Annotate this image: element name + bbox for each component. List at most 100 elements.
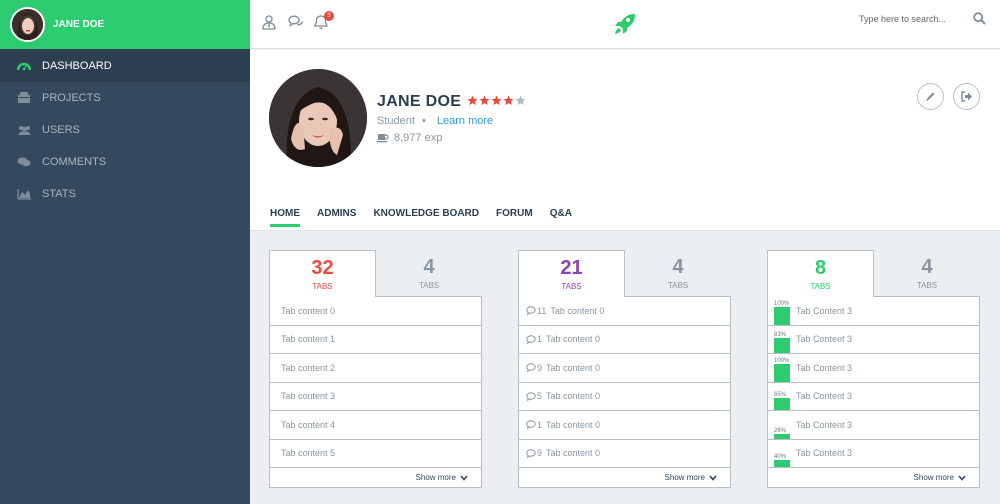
rocket-icon[interactable] — [612, 11, 638, 37]
card-tab-count: 8 — [814, 257, 827, 279]
list-item-text: Tab content 3 — [281, 391, 336, 402]
sidebar-item-dashboard[interactable]: DASHBOARD — [0, 49, 250, 82]
sidebar-item-label: STATS — [42, 188, 76, 200]
list-item-text: Tab Content 3 — [796, 391, 853, 402]
star-empty-icon — [515, 95, 526, 106]
sidebar-item-users[interactable]: USERS — [0, 114, 250, 146]
card-tab-active[interactable]: 21 TABS — [518, 250, 625, 297]
avatar[interactable] — [10, 7, 45, 42]
sidebar-item-projects[interactable]: PROJECTS — [0, 82, 250, 114]
list-item-text: Tab Content 3 — [796, 305, 853, 316]
list-item[interactable]: 26% Tab Content 3 — [768, 411, 979, 440]
show-more-button[interactable]: Show more — [270, 468, 481, 487]
list-item-text: Tab Content 3 — [796, 334, 853, 345]
list-item[interactable]: Tab content 0 — [270, 297, 481, 326]
show-more-button[interactable]: Show more — [768, 468, 979, 487]
projects-icon — [16, 91, 32, 105]
sidebar-item-label: PROJECTS — [42, 92, 101, 104]
list-item[interactable]: Tab content 4 — [270, 411, 481, 440]
comment-icon — [526, 420, 536, 430]
logout-button[interactable] — [953, 83, 980, 110]
list-item[interactable]: Tab content 2 — [270, 354, 481, 383]
card-tab-count: 32 — [311, 257, 334, 279]
sidebar-item-label: DASHBOARD — [42, 59, 112, 72]
list-item[interactable]: 83% Tab Content 3 — [768, 326, 979, 354]
profile-name: JANE DOE — [377, 93, 462, 110]
list-item[interactable]: 100% Tab Content 3 — [768, 354, 979, 383]
tab-admins[interactable]: ADMINS — [317, 208, 356, 226]
list-item[interactable]: Tab content 5 — [270, 440, 481, 468]
bell-icon[interactable]: 3 — [314, 11, 334, 31]
progress-fill — [774, 363, 790, 382]
list-item-text: Tab content 4 — [281, 419, 336, 430]
list-item[interactable]: Tab content 3 — [270, 383, 481, 411]
comment-icon — [526, 306, 536, 316]
show-more-label: Show more — [415, 473, 456, 482]
profile-role: Student • Learn more — [377, 115, 493, 127]
tab-home[interactable]: HOME — [270, 208, 300, 227]
list-item[interactable]: Tab content 1 — [270, 326, 481, 354]
comment-count: 1 — [537, 419, 543, 430]
progress-fill — [774, 398, 790, 410]
progress-bar: 83% — [774, 329, 790, 353]
list-item[interactable]: 9 Tab content 0 — [519, 354, 730, 383]
card-tab-label: TABS — [810, 282, 831, 291]
tab-qa[interactable]: Q&A — [550, 208, 572, 226]
list-item-text: Tab content 2 — [281, 362, 336, 373]
tab-forum[interactable]: FORUM — [496, 208, 533, 226]
list-item-text: Tab content 5 — [281, 448, 336, 459]
comment-count: 5 — [537, 391, 543, 402]
tabs-card-3: 8 TABS 4 TABS 100% Tab Content 3 83% Tab Co… — [767, 250, 980, 488]
card-tab-count: 21 — [560, 257, 583, 279]
sidebar-header: JANE DOE — [0, 0, 250, 49]
search-icon[interactable] — [973, 12, 986, 25]
card-tab-active[interactable]: 32 TABS — [269, 250, 376, 297]
comment-icon — [526, 449, 536, 458]
list-item[interactable]: 9 Tab content 0 — [519, 440, 730, 468]
tab-knowledge-board[interactable]: KNOWLEDGE BOARD — [373, 208, 479, 226]
list-item[interactable]: 1 Tab content 0 — [519, 411, 730, 440]
card-tab-inactive[interactable]: 4 TABS — [625, 250, 731, 296]
card-tab-inactive[interactable]: 4 TABS — [874, 250, 980, 296]
sidebar-item-label: USERS — [42, 124, 80, 136]
list-item-text: Tab Content 3 — [796, 419, 853, 430]
users-icon — [16, 123, 32, 137]
list-item-text: Tab Content 3 — [796, 448, 853, 459]
list-item-text: Tab Content 3 — [796, 362, 853, 373]
tabs-card-1: 32 TABS 4 TABS Tab content 0 Tab content… — [269, 250, 482, 488]
card-tab-active[interactable]: 8 TABS — [767, 250, 874, 297]
progress-bar: 26% — [774, 415, 790, 439]
pencil-icon — [925, 91, 936, 102]
show-more-label: Show more — [664, 473, 705, 482]
show-more-button[interactable]: Show more — [519, 468, 730, 487]
profile-exp: 8,977 exp — [377, 132, 442, 144]
list-item[interactable]: 1 Tab content 0 — [519, 326, 730, 354]
chat-icon[interactable] — [288, 15, 304, 31]
list-item-text: Tab content 0 — [546, 334, 601, 345]
learn-more-link[interactable]: Learn more — [437, 115, 493, 127]
sidebar-item-stats[interactable]: STATS — [0, 178, 250, 210]
tabs-card-2: 21 TABS 4 TABS 11 Tab content 0 1 Tab conte… — [518, 250, 731, 488]
list-item[interactable]: 11 Tab content 0 — [519, 297, 730, 326]
search-input[interactable] — [859, 13, 959, 24]
card-tab-count: 4 — [423, 256, 435, 278]
comment-icon — [526, 392, 536, 401]
card-tab-label: TABS — [667, 281, 689, 290]
sidebar-user-name: JANE DOE — [53, 19, 105, 30]
list-item[interactable]: 100% Tab Content 3 — [768, 297, 979, 326]
card-tab-inactive[interactable]: 4 TABS — [376, 250, 482, 296]
list-item-text: Tab content 0 — [281, 305, 336, 316]
chevron-down-icon — [460, 474, 468, 481]
card-tab-label: TABS — [561, 282, 582, 291]
edit-button[interactable] — [917, 83, 944, 110]
role-text: Student — [377, 115, 415, 127]
list-item[interactable]: 65% Tab Content 3 — [768, 383, 979, 411]
sidebar-item-comments[interactable]: COMMENTS — [0, 146, 250, 178]
user-tie-icon[interactable] — [262, 15, 278, 31]
dashboard-icon — [16, 59, 32, 73]
list-item-text: Tab content 0 — [546, 391, 601, 402]
progress-fill — [774, 433, 790, 439]
list-item[interactable]: 5 Tab content 0 — [519, 383, 730, 411]
list-item[interactable]: 40% Tab Content 3 — [768, 440, 979, 468]
exp-value: 8,977 exp — [394, 132, 443, 144]
